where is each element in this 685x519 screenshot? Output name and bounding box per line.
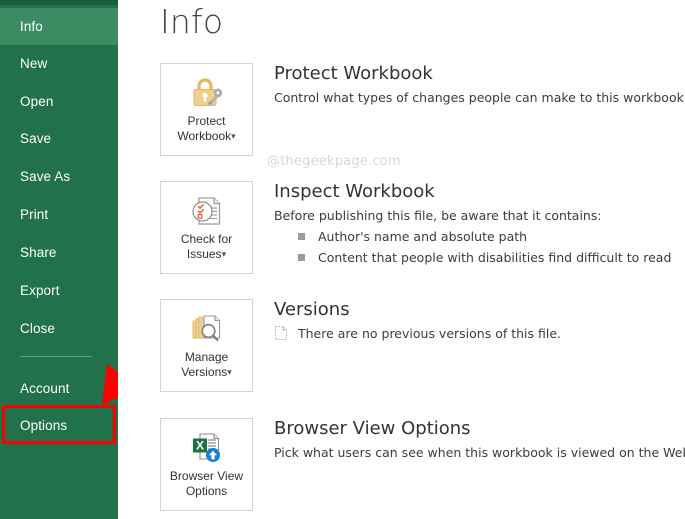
sidebar-item-label: Info xyxy=(20,19,43,34)
browser-view-options-button-label: Browser View Options xyxy=(170,469,243,500)
sidebar-item-account[interactable]: Account xyxy=(0,370,118,407)
sidebar-item-label: Print xyxy=(20,207,48,222)
manage-versions-button[interactable]: Manage Versions▾ xyxy=(160,299,253,392)
sidebar-item-open[interactable]: Open xyxy=(0,83,118,120)
sidebar-item-label: Share xyxy=(20,245,57,260)
versions-title: Versions xyxy=(274,299,561,321)
sidebar-item-save-as[interactable]: Save As xyxy=(0,158,118,195)
inspect-workbook-description: Before publishing this file, be aware th… xyxy=(274,206,671,225)
sidebar-item-label: Account xyxy=(20,381,69,396)
versions-note-row: There are no previous versions of this f… xyxy=(274,325,561,342)
inspect-bullet-item: Author's name and absolute path xyxy=(274,227,671,246)
browser-view-options-body: Browser View Options Pick what users can… xyxy=(274,418,685,462)
watermark: @thegeekpage.com xyxy=(267,154,401,169)
protect-workbook-title: Protect Workbook xyxy=(274,63,685,85)
backstage-sidebar: Info New Open Save Save As Print Share E… xyxy=(0,0,118,519)
sidebar-item-label: Close xyxy=(20,321,55,336)
sidebar-item-share[interactable]: Share xyxy=(0,234,118,271)
protect-workbook-button-label: Protect Workbook▾ xyxy=(177,114,235,145)
protect-workbook-button[interactable]: Protect Workbook▾ xyxy=(160,63,253,156)
chevron-down-icon[interactable]: ▾ xyxy=(222,249,227,259)
inspect-bullet-label: Content that people with disabilities fi… xyxy=(318,248,671,267)
inspect-bullet-item: Content that people with disabilities fi… xyxy=(274,248,671,267)
sidebar-item-print[interactable]: Print xyxy=(0,196,118,233)
versions-magnifier-icon xyxy=(189,313,225,345)
sidebar-item-label: Save xyxy=(20,131,51,146)
inspect-bullet-label: Author's name and absolute path xyxy=(318,227,527,246)
sidebar-item-close[interactable]: Close xyxy=(0,310,118,347)
document-icon xyxy=(274,325,288,341)
excel-upload-icon: X xyxy=(189,432,225,464)
lock-key-icon xyxy=(189,77,225,109)
sidebar-item-label: Open xyxy=(20,94,53,109)
versions-note-label: There are no previous versions of this f… xyxy=(298,325,561,342)
protect-workbook-description: Control what types of changes people can… xyxy=(274,88,685,107)
bullet-square-icon xyxy=(298,233,305,240)
options-highlight-annotation xyxy=(2,405,116,444)
protect-workbook-body: Protect Workbook Control what types of c… xyxy=(274,63,685,107)
chevron-down-icon[interactable]: ▾ xyxy=(231,131,236,141)
sidebar-divider xyxy=(20,356,92,357)
sidebar-item-new[interactable]: New xyxy=(0,45,118,82)
sidebar-item-save[interactable]: Save xyxy=(0,120,118,157)
sidebar-item-export[interactable]: Export xyxy=(0,272,118,309)
sidebar-item-label: Export xyxy=(20,283,60,298)
document-check-icon xyxy=(189,195,225,227)
inspect-workbook-title: Inspect Workbook xyxy=(274,181,671,203)
manage-versions-button-label: Manage Versions▾ xyxy=(181,350,232,381)
page-title: Info xyxy=(160,2,223,41)
browser-view-options-description: Pick what users can see when this workbo… xyxy=(274,443,685,462)
inspect-workbook-body: Inspect Workbook Before publishing this … xyxy=(274,181,671,267)
sidebar-item-label: New xyxy=(20,56,47,71)
sidebar-item-label: Save As xyxy=(20,169,70,184)
svg-text:X: X xyxy=(195,439,203,453)
browser-view-options-button[interactable]: X Browser View Options xyxy=(160,418,253,511)
info-pane: Info @thegeekpage.com Protect Workbook▾ … xyxy=(118,0,685,519)
check-for-issues-button[interactable]: Check for Issues▾ xyxy=(160,181,253,274)
bullet-square-icon xyxy=(298,254,305,261)
versions-body: Versions There are no previous versions … xyxy=(274,299,561,342)
sidebar-item-info[interactable]: Info xyxy=(0,8,118,45)
check-for-issues-button-label: Check for Issues▾ xyxy=(181,232,232,263)
browser-view-options-title: Browser View Options xyxy=(274,418,685,440)
chevron-down-icon[interactable]: ▾ xyxy=(227,367,232,377)
sidebar-top-bar xyxy=(0,0,118,5)
